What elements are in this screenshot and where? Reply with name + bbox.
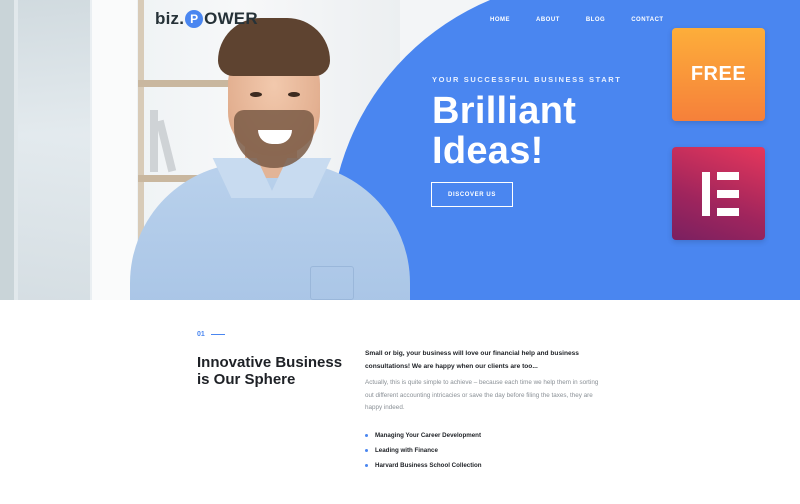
elementor-icon [672,147,765,240]
nav-item-home[interactable]: HOME [490,17,510,23]
hero-headline-line1: Brilliant [432,90,577,132]
section-lead-text: Small or big, your business will love ou… [365,350,579,370]
nav-item-blog[interactable]: BLOG [586,17,605,23]
section-number-line [210,334,225,335]
bullet-icon [365,464,368,467]
section-body-text: Actually, this is quite simple to achiev… [365,379,599,411]
hero-headline-line2: Ideas! [432,130,544,172]
hero-person-image [130,18,410,300]
main-nav: HOME ABOUT BLOG CONTACT [490,17,690,23]
logo-suffix: OWER [204,9,258,28]
nav-item-contact[interactable]: CONTACT [631,17,663,23]
list-item: Leading with Finance [365,443,482,458]
section-number: 01 [197,331,225,338]
section-number-text: 01 [197,331,205,338]
hero-eyebrow: YOUR SUCCESSFUL BUSINESS START [432,75,622,84]
logo-badge-icon: P [185,10,204,28]
nav-item-about[interactable]: ABOUT [536,17,560,23]
hero-headline: Brilliant Ideas! [432,91,621,171]
logo-prefix: biz. [155,9,185,28]
feature-list: Managing Your Career Development Leading… [365,428,482,473]
list-item: Harvard Business School Collection [365,458,482,473]
list-item: Managing Your Career Development [365,428,482,443]
hero-section: biz. P OWER HOME ABOUT BLOG CONTACT YOUR… [0,0,800,300]
site-logo[interactable]: biz. P OWER [155,8,258,30]
hero-text: YOUR SUCCESSFUL BUSINESS START Brilliant… [432,75,621,171]
bullet-icon [365,449,368,452]
free-badge: FREE [672,28,765,121]
bullet-icon [365,434,368,437]
discover-us-button[interactable]: DISCOVER US [431,182,513,207]
section-title: Innovative Business is Our Sphere [197,354,343,388]
